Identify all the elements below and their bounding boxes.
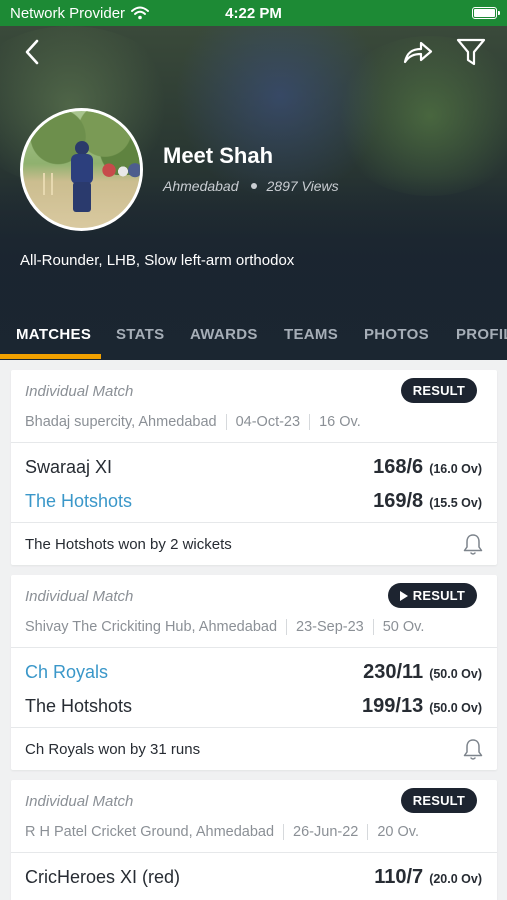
tab-profile[interactable]: PROFIL xyxy=(456,308,507,360)
match-date: 23-Sep-23 xyxy=(296,619,364,635)
team-overs: (50.0 Ov) xyxy=(429,666,482,681)
match-overs-limit: 16 Ov. xyxy=(319,414,361,430)
player-city: Ahmedabad xyxy=(163,178,239,194)
result-badge[interactable]: RESULT xyxy=(387,583,477,608)
back-button[interactable] xyxy=(12,32,52,72)
team-runs: 199/13 xyxy=(362,694,424,717)
venue-separator xyxy=(225,414,227,430)
team-overs: (15.5 Ov) xyxy=(429,495,482,510)
match-overs-limit: 50 Ov. xyxy=(382,619,425,635)
team-score: 169/8 (15.5 Ov) xyxy=(373,490,482,513)
team-name-winner: Ch Royals xyxy=(25,661,109,682)
match-venue: Shivay The Crickiting Hub, Ahmedabad xyxy=(25,619,278,635)
filter-button[interactable] xyxy=(451,32,491,72)
carrier-info: Network Provider xyxy=(10,4,150,22)
carrier-label: Network Provider xyxy=(10,4,126,22)
filter-funnel-icon xyxy=(456,38,486,66)
result-badge-label: RESULT xyxy=(412,793,465,808)
battery-icon xyxy=(472,7,500,19)
divider xyxy=(11,852,497,853)
team-name: CricHeroes XI (red) xyxy=(25,866,181,887)
match-date: 26-Jun-22 xyxy=(293,824,359,840)
venue-separator xyxy=(283,824,285,840)
match-venue: Bhadaj supercity, Ahmedabad xyxy=(25,414,217,430)
result-badge-label: RESULT xyxy=(412,383,465,398)
bell-icon[interactable] xyxy=(461,532,485,556)
match-type: Individual Match xyxy=(25,383,134,400)
player-name: Meet Shah xyxy=(163,143,274,168)
play-icon xyxy=(399,590,408,601)
avatar-spectators xyxy=(101,163,140,187)
chevron-left-icon xyxy=(25,39,39,65)
match-type: Individual Match xyxy=(25,793,134,810)
tab-stats[interactable]: STATS xyxy=(116,308,164,360)
match-summary: Ch Royals won by 31 runs xyxy=(25,741,201,758)
team-runs: 168/6 xyxy=(373,455,424,478)
venue-separator xyxy=(286,619,288,635)
team-name-winner: The Hotshots xyxy=(25,490,133,511)
team-name: The Hotshots xyxy=(25,695,133,716)
player-views: 2897 Views xyxy=(266,178,339,194)
team-row: The Hotshots 199/13 (50.0 Ov) xyxy=(25,691,482,721)
avatar-stumps xyxy=(43,173,53,195)
share-arrow-icon xyxy=(403,41,433,64)
divider xyxy=(11,522,497,523)
profile-tabs: MATCHES STATS AWARDS TEAMS PHOTOS PROFIL xyxy=(0,308,507,360)
wifi-icon xyxy=(131,6,150,20)
bell-icon[interactable] xyxy=(461,737,485,761)
player-meta: Ahmedabad 2897 Views xyxy=(163,178,339,194)
team-overs: (16.0 Ov) xyxy=(429,461,482,476)
tab-teams[interactable]: TEAMS xyxy=(284,308,338,360)
match-summary: The Hotshots won by 2 wickets xyxy=(25,536,232,553)
result-badge[interactable]: RESULT xyxy=(400,378,477,403)
team-runs: 110/7 xyxy=(374,865,424,888)
tab-matches[interactable]: MATCHES xyxy=(16,308,91,360)
team-name: Swaraaj XI xyxy=(25,456,113,477)
match-venue-line: Shivay The Crickiting Hub, Ahmedabad 23-… xyxy=(25,619,424,635)
match-card[interactable]: Individual Match RESULT Shivay The Crick… xyxy=(11,575,497,770)
avatar-batsman xyxy=(69,141,95,212)
team-score: 230/11 (50.0 Ov) xyxy=(363,661,482,684)
match-venue-line: R H Patel Cricket Ground, Ahmedabad 26-J… xyxy=(25,824,419,840)
match-venue: R H Patel Cricket Ground, Ahmedabad xyxy=(25,824,275,840)
date-separator xyxy=(367,824,369,840)
match-venue-line: Bhadaj supercity, Ahmedabad 04-Oct-23 16… xyxy=(25,414,361,430)
team-row: Ch Royals 230/11 (50.0 Ov) xyxy=(25,657,482,687)
team-score: 168/6 (16.0 Ov) xyxy=(373,456,482,479)
team-overs: (20.0 Ov) xyxy=(429,871,482,886)
status-bar: Network Provider 4:22 PM xyxy=(0,0,507,26)
match-date: 04-Oct-23 xyxy=(235,414,301,430)
date-separator xyxy=(372,619,374,635)
divider xyxy=(11,727,497,728)
match-card[interactable]: Individual Match RESULT R H Patel Cricke… xyxy=(11,780,497,900)
match-overs-limit: 20 Ov. xyxy=(377,824,419,840)
divider xyxy=(11,442,497,443)
tab-awards[interactable]: AWARDS xyxy=(190,308,258,360)
team-runs: 169/8 xyxy=(373,489,424,512)
divider xyxy=(11,647,497,648)
result-badge-label: RESULT xyxy=(412,588,465,603)
share-button[interactable] xyxy=(398,32,438,72)
match-type: Individual Match xyxy=(25,588,134,605)
date-separator xyxy=(309,414,311,430)
match-card[interactable]: Individual Match RESULT Bhadaj supercity… xyxy=(11,370,497,565)
active-tab-indicator xyxy=(0,354,101,359)
team-score: 110/7 (20.0 Ov) xyxy=(374,866,482,889)
result-badge[interactable]: RESULT xyxy=(400,788,477,813)
team-runs: 230/11 xyxy=(363,660,424,683)
tab-photos[interactable]: PHOTOS xyxy=(364,308,429,360)
team-row: The Hotshots 169/8 (15.5 Ov) xyxy=(25,486,482,516)
team-score: 199/13 (50.0 Ov) xyxy=(362,695,482,718)
player-role: All-Rounder, LHB, Slow left-arm orthodox xyxy=(20,252,295,269)
meta-separator-dot xyxy=(250,183,257,189)
team-overs: (50.0 Ov) xyxy=(429,700,482,715)
profile-header: Meet Shah Ahmedabad 2897 Views All-Round… xyxy=(0,26,507,360)
team-row: CricHeroes XI (red) 110/7 (20.0 Ov) xyxy=(25,862,482,892)
team-row: Swaraaj XI 168/6 (16.0 Ov) xyxy=(25,452,482,482)
avatar[interactable] xyxy=(20,108,143,231)
